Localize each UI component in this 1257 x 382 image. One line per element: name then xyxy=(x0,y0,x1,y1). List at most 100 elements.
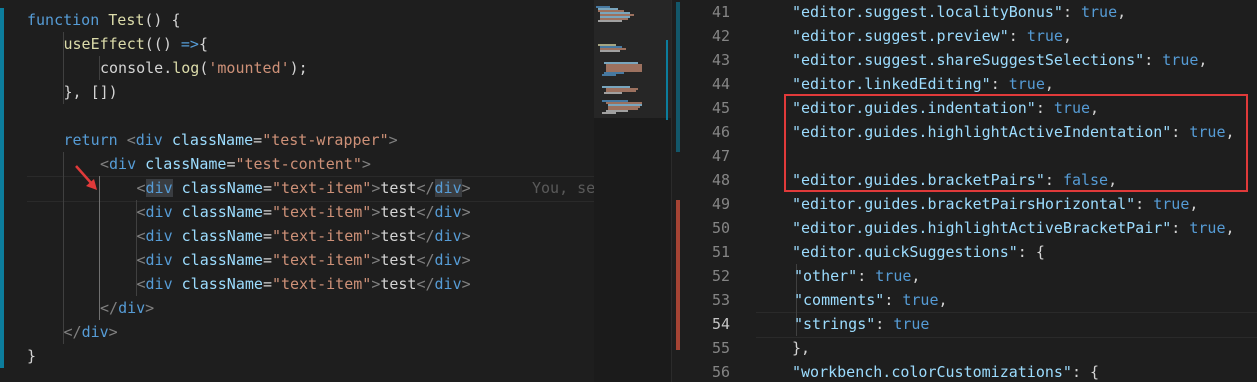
code-token: : xyxy=(1008,27,1027,45)
code-token: true xyxy=(1026,27,1063,45)
code-content: function Test() { xyxy=(27,8,181,32)
code-line[interactable]: useEffect(() =>{ xyxy=(0,32,594,56)
code-content: "comments": true, xyxy=(794,288,948,312)
code-token: < xyxy=(126,131,136,149)
code-line[interactable]: console.log('mounted'); xyxy=(0,56,594,80)
code-line[interactable]: 51 "editor.quickSuggestions": { xyxy=(684,240,1257,264)
code-token: "editor.guides.highlightActiveBracketPai… xyxy=(792,219,1172,237)
code-token: = xyxy=(262,275,272,293)
code-token: , xyxy=(1189,195,1199,213)
code-line[interactable]: <div className="text-item">test</div> xyxy=(0,272,594,296)
code-token: "workbench.colorCustomizations" xyxy=(792,363,1072,381)
line-number: 49 xyxy=(711,195,730,213)
code-token: "test-content" xyxy=(235,155,362,173)
code-line[interactable]: 56 "workbench.colorCustomizations": { xyxy=(684,360,1257,382)
code-token: className xyxy=(181,179,263,197)
code-token: < xyxy=(136,251,146,269)
code-line[interactable]: 43 "editor.suggest.shareSuggestSelections… xyxy=(684,48,1257,72)
minimap-code-line xyxy=(602,112,616,114)
minimap-code-line xyxy=(600,50,620,52)
code-token: > xyxy=(145,299,155,317)
code-content: "editor.linkedEditing": true, xyxy=(792,72,1054,96)
code-token: "editor.quickSuggestions" xyxy=(792,243,1018,261)
code-token: true xyxy=(902,291,939,309)
code-token: > xyxy=(371,227,381,245)
code-content: }, []) xyxy=(64,80,118,104)
code-token: "editor.guides.bracketPairsHorizontal" xyxy=(792,195,1136,213)
code-token: div xyxy=(145,275,173,293)
line-number: 48 xyxy=(711,171,730,189)
code-line[interactable] xyxy=(0,104,594,128)
code-token: div xyxy=(135,131,163,149)
code-token: className xyxy=(181,251,263,269)
code-token: , xyxy=(1117,3,1127,21)
code-token: > xyxy=(388,131,398,149)
code-token: , xyxy=(1062,27,1072,45)
code-content: } xyxy=(27,344,36,368)
scrollbar-error-marker xyxy=(676,200,680,350)
line-number: 52 xyxy=(711,267,730,285)
code-token: "test-wrapper" xyxy=(262,131,389,149)
red-arrow-icon xyxy=(75,165,97,190)
code-line[interactable]: 54 "strings": true xyxy=(684,312,1257,336)
minimap[interactable] xyxy=(594,0,684,382)
code-content: "editor.suggest.shareSuggestSelections":… xyxy=(792,48,1207,72)
code-line[interactable]: } xyxy=(0,344,594,368)
code-line[interactable]: 49 "editor.guides.bracketPairsHorizontal"… xyxy=(684,192,1257,216)
minimap-code-line xyxy=(602,74,616,76)
code-token: div xyxy=(434,227,462,245)
code-content: "workbench.colorCustomizations": { xyxy=(792,360,1099,382)
code-line[interactable]: <div className="text-item">test</div> xyxy=(0,224,594,248)
right-editor[interactable]: 41 "editor.suggest.localityBonus": true, 4… xyxy=(684,0,1257,382)
code-line[interactable]: 52 "other": true, xyxy=(684,264,1257,288)
left-editor[interactable]: function Test() {useEffect(() =>{console… xyxy=(0,0,594,382)
code-token: (() xyxy=(144,35,181,53)
code-line[interactable]: 41 "editor.suggest.localityBonus": true, xyxy=(684,0,1257,24)
code-line[interactable]: </div> xyxy=(0,320,594,344)
code-token: > xyxy=(371,179,381,197)
code-token: className xyxy=(181,227,263,245)
code-token: : xyxy=(1135,195,1154,213)
code-line[interactable]: 42 "editor.suggest.preview": true, xyxy=(684,24,1257,48)
code-token: return xyxy=(63,131,118,149)
code-content: <div className="text-item">test</div> xyxy=(137,248,471,272)
code-token: test xyxy=(380,179,417,197)
code-content: <div className="test-content"> xyxy=(100,152,371,176)
code-line[interactable]: }, []) xyxy=(0,80,594,104)
code-content: "strings": true xyxy=(794,312,929,336)
code-token: function xyxy=(27,11,100,29)
code-line[interactable]: 53 "comments": true, xyxy=(684,288,1257,312)
code-token: true xyxy=(1189,219,1226,237)
code-content: </div> xyxy=(100,296,154,320)
code-line[interactable]: </div> xyxy=(0,296,594,320)
code-token: div xyxy=(434,275,462,293)
code-token: div xyxy=(118,299,146,317)
code-token: > xyxy=(461,203,471,221)
code-token: true xyxy=(1162,51,1199,69)
line-number: 46 xyxy=(711,123,730,141)
code-token: < xyxy=(136,179,146,197)
highlight-annotation-box xyxy=(784,94,1248,192)
code-line[interactable]: <div className="text-item">test</div> xyxy=(0,200,594,224)
code-content: "editor.suggest.preview": true, xyxy=(792,24,1072,48)
line-number: 50 xyxy=(711,219,730,237)
code-token: test xyxy=(380,227,417,245)
code-line[interactable]: return <div className="test-wrapper"> xyxy=(0,128,594,152)
code-token: > xyxy=(361,155,371,173)
code-line[interactable]: 55}, xyxy=(684,336,1257,360)
code-line[interactable]: function Test() { xyxy=(0,8,594,32)
code-token: div xyxy=(145,251,173,269)
code-line[interactable]: <div className="text-item">test</div> xyxy=(0,248,594,272)
code-line[interactable]: 50 "editor.guides.highlightActiveBracketP… xyxy=(684,216,1257,240)
code-token: = xyxy=(262,227,272,245)
line-number: 41 xyxy=(711,3,730,21)
code-token: true xyxy=(893,315,930,333)
code-token: </ xyxy=(416,275,435,293)
code-token: </ xyxy=(63,323,82,341)
code-token: ); xyxy=(289,59,308,77)
code-token: "other" xyxy=(794,267,858,285)
code-line[interactable]: 44 "editor.linkedEditing": true, xyxy=(684,72,1257,96)
